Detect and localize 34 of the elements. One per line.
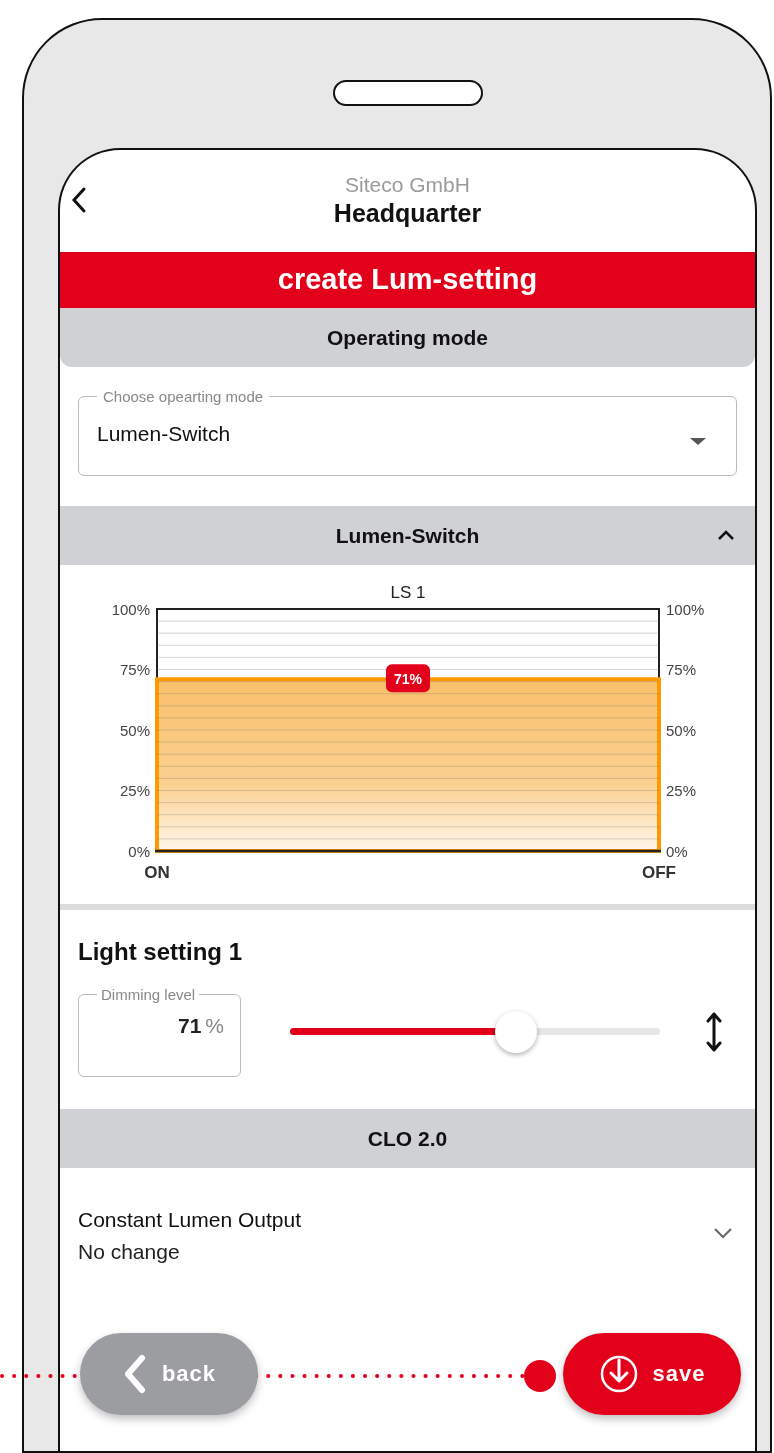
value-label: 71% <box>386 664 430 693</box>
axis-label: OFF <box>642 863 676 882</box>
back-icon[interactable] <box>70 186 88 214</box>
section-header[interactable]: Lumen-Switch <box>60 506 755 565</box>
setting-label: Constant Lumen Output <box>78 1206 301 1233</box>
axis-label: 75% <box>666 661 697 678</box>
axis-label: 0% <box>666 842 688 860</box>
section-header: Operating mode <box>60 308 755 367</box>
axis-label: 50% <box>666 721 697 739</box>
slider-thumb[interactable] <box>494 1010 537 1053</box>
setting-title: Light setting 1 <box>77 937 243 967</box>
axis-label: 0% <box>128 842 150 860</box>
caret-icon <box>690 438 706 445</box>
screen-title: Headquarter <box>332 197 483 228</box>
collapse-icon[interactable] <box>717 529 735 542</box>
axis-label: ON <box>144 863 170 882</box>
company-name: Siteco GmbH <box>344 172 471 198</box>
save-button[interactable]: save <box>563 1332 741 1415</box>
axis-label: 100% <box>666 600 705 618</box>
page-banner: create Lum-setting <box>60 252 755 308</box>
up-down-arrow-icon[interactable] <box>706 1011 722 1052</box>
section-header: CLO 2.0 <box>60 1108 755 1168</box>
clo-row[interactable]: Constant Lumen Output No change <box>60 1167 755 1333</box>
download-icon <box>598 1353 639 1394</box>
dimming-field[interactable]: Dimming level 71 % <box>78 986 241 1077</box>
axis-label: 50% <box>119 721 150 739</box>
setting-value: No change <box>78 1239 180 1266</box>
axis-label: 100% <box>111 600 150 618</box>
axis-label: 25% <box>666 782 697 799</box>
mode-select[interactable]: Choose opearting mode Lumen-Switch <box>78 389 737 476</box>
axis-label: 25% <box>119 782 150 799</box>
axis-label: 75% <box>119 661 150 678</box>
chart-title: LS 1 <box>390 583 426 602</box>
annotation: 71% <box>393 671 423 688</box>
